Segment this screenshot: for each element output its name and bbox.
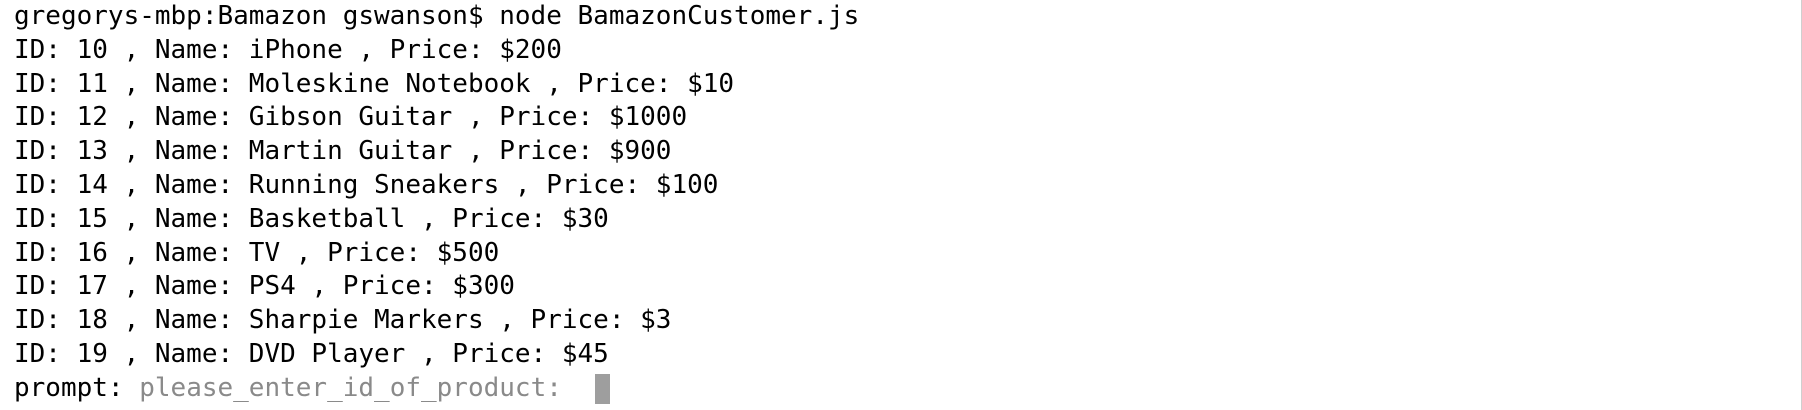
output-line: ID: 16 , Name: TV , Price: $500: [14, 237, 500, 268]
prompt-message: please_enter_id_of_product:: [139, 372, 594, 403]
input-prompt[interactable]: prompt: please_enter_id_of_product:: [14, 372, 1802, 406]
output-line: ID: 17 , Name: PS4 , Price: $300: [14, 271, 515, 302]
command-line: gregorys-mbp:Bamazon gswanson$ node Bama…: [14, 1, 860, 31]
output-line: ID: 10 , Name: iPhone , Price: $200: [14, 34, 562, 65]
prompt-label: prompt:: [14, 372, 140, 403]
output-line: ID: 19 , Name: DVD Player , Price: $45: [14, 338, 609, 369]
terminal-window[interactable]: gregorys-mbp:Bamazon gswanson$ node Bama…: [0, 0, 1802, 410]
output-line: ID: 14 , Name: Running Sneakers , Price:…: [14, 169, 719, 200]
output-line: ID: 13 , Name: Martin Guitar , Price: $9…: [14, 136, 672, 167]
output-line: ID: 15 , Name: Basketball , Price: $30: [14, 203, 609, 234]
text-cursor[interactable]: [595, 373, 611, 404]
output-line: ID: 12 , Name: Gibson Guitar , Price: $1…: [14, 102, 688, 133]
output-line: ID: 18 , Name: Sharpie Markers , Price: …: [14, 305, 672, 336]
output-line: ID: 11 , Name: Moleskine Notebook , Pric…: [14, 68, 735, 99]
